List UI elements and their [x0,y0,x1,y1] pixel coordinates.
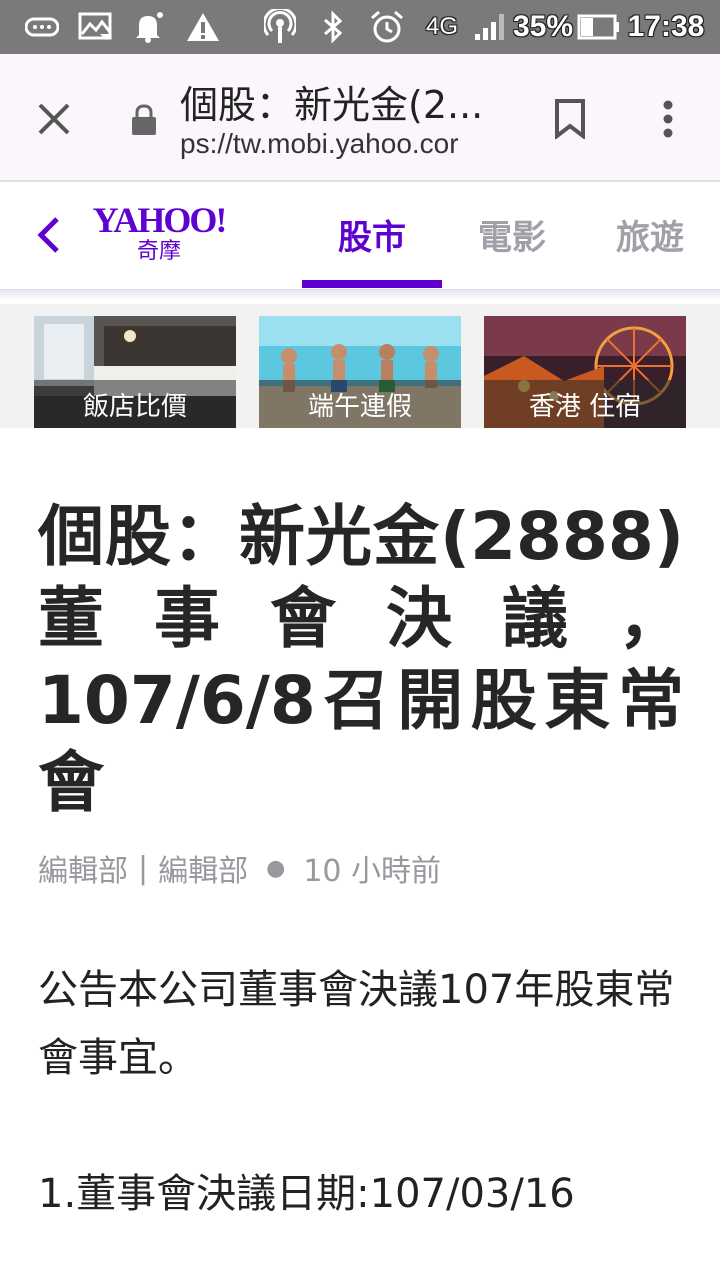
ad-banner-strip: 飯店比價 端午連假 香港 住宿 [0,304,720,428]
tab-stocks[interactable]: 股市 [302,182,442,286]
bluetooth-icon [318,0,348,54]
page-url[interactable]: ps://tw.mobi.yahoo.cor [180,128,500,160]
ad-caption: 香港 住宿 [484,380,686,428]
tab-movies[interactable]: 電影 [442,182,582,286]
battery-percent: 35% [512,10,574,43]
logo-subtitle: 奇摩 [136,239,181,264]
tab-travel[interactable]: 旅遊 [582,182,718,286]
bookmark-button[interactable] [548,94,592,144]
provider-name[interactable]: 編輯部 [158,846,248,890]
signal-icon [470,0,510,54]
close-tab-button[interactable] [24,94,84,144]
ad-tile-holiday[interactable]: 端午連假 [259,316,461,428]
clock: 17:38 [627,10,705,43]
author-name[interactable]: 編輯部 [38,846,128,890]
battery-icon [576,0,622,54]
warning-icon [184,0,222,54]
byline-separator: | [138,850,149,886]
status-bar: 4G 35% 17:38 [0,0,720,54]
back-button[interactable] [28,210,68,260]
ad-tile-hongkong[interactable]: 香港 住宿 [484,316,686,428]
alarm-icon [366,0,408,54]
nav-divider [0,290,720,300]
logo-wordmark: YAHOO! [92,200,228,240]
byline-dot: ● [266,855,286,881]
article-paragraph: 1.董事會決議日期:107/03/16 [38,1171,575,1217]
ad-tile-hotel[interactable]: 飯店比價 [34,316,236,428]
publish-time: 10 小時前 [303,854,442,889]
active-tab-indicator [302,280,442,288]
gallery-icon [76,0,116,54]
page-title[interactable]: 個股：新光金(2... [180,74,483,129]
article-headline: 個股：新光金(2888)董事會決議，107/6/8召開股東常會 [38,498,684,821]
site-navigation: YAHOO! 奇摩 股市 電影 旅遊 [0,182,720,290]
chevron-left-icon [37,217,59,253]
ad-caption: 飯店比價 [34,380,236,428]
article-header: 個股：新光金(2888)董事會決議，107/6/8召開股東常會 [38,496,684,824]
lock-icon [128,102,160,138]
more-options-button[interactable] [648,94,688,144]
close-icon [38,103,70,135]
voicemail-icon [22,0,62,54]
ad-caption: 端午連假 [259,380,461,428]
bookmark-icon [555,99,585,139]
article-byline: 編輯部 | 編輯部 ● 10 小時前 [38,846,441,890]
notification-bell-icon [130,0,166,54]
yahoo-logo[interactable]: YAHOO! 奇摩 [86,200,232,270]
hotspot-icon [262,0,298,54]
browser-toolbar: 個股：新光金(2... ps://tw.mobi.yahoo.cor [0,54,720,182]
more-vert-icon [663,100,673,138]
network-type: 4G [425,13,458,40]
article-paragraph: 公告本公司董事會決議107年股東常會事宜。 [38,967,675,1081]
